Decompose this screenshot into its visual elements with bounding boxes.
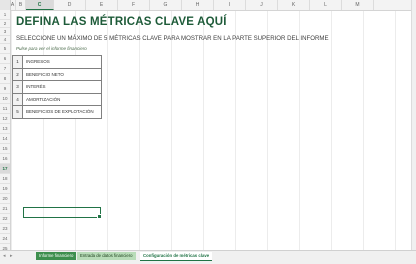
row-header-1[interactable]: 1 [0, 10, 10, 20]
row-header-24[interactable]: 24 [0, 234, 10, 244]
metric-row: 3 INTERÉS [12, 80, 102, 94]
metric-select-cell[interactable]: BENEFICIOS DE EXPLOTACIÓN [22, 105, 102, 119]
row-header-15[interactable]: 15 [0, 144, 10, 154]
row-header-18[interactable]: 18 [0, 174, 10, 184]
sheet-subtitle: SELECCIONE UN MÁXIMO DE 5 MÉTRICAS CLAVE… [16, 35, 329, 42]
metric-select-cell[interactable]: AMORTIZACIÓN [22, 92, 102, 106]
row-header-6[interactable]: 6 [0, 54, 10, 64]
column-header-g[interactable]: G [150, 0, 182, 10]
column-header-d[interactable]: D [54, 0, 86, 10]
row-header-bar: 1 2 3 4 5 6 7 8 9 10 11 12 13 14 15 16 17 18 19 20 21 22 23 24 2… [0, 10, 11, 264]
row-header-17[interactable]: 17 [0, 164, 10, 174]
row-header-7[interactable]: 7 [0, 64, 10, 74]
row-header-9[interactable]: 9 [0, 84, 10, 94]
sheet-title: DEFINA LAS MÉTRICAS CLAVE AQUÍ [16, 16, 227, 28]
selected-cell[interactable] [23, 207, 102, 219]
row-header-5[interactable]: 5 [0, 44, 10, 54]
row-header-19[interactable]: 19 [0, 184, 10, 194]
vertical-scrollbar[interactable] [411, 0, 416, 250]
column-header-l[interactable]: L [310, 0, 342, 10]
column-header-i[interactable]: I [214, 0, 246, 10]
metrics-table: 1 INGRESOS 2 BENEFICIO NETO 3 INTERÉS 4 AMORTIZ… [12, 55, 102, 119]
row-header-2[interactable]: 2 [0, 20, 10, 28]
metric-number: 4 [12, 92, 23, 106]
row-header-8[interactable]: 8 [0, 74, 10, 84]
column-header-k[interactable]: K [278, 0, 310, 10]
tab-informe-financiero[interactable]: Informe financiero [36, 252, 77, 260]
tab-prev-icon[interactable]: ◂ [3, 253, 6, 259]
column-header-j[interactable]: J [246, 0, 278, 10]
row-header-23[interactable]: 23 [0, 224, 10, 234]
metric-select-cell[interactable]: BENEFICIO NETO [22, 67, 102, 81]
row-header-20[interactable]: 20 [0, 194, 10, 204]
row-header-3[interactable]: 3 [0, 28, 10, 36]
metric-number: 5 [12, 105, 23, 119]
metric-row: 5 BENEFICIOS DE EXPLOTACIÓN [12, 105, 102, 119]
metric-row: 1 INGRESOS [12, 55, 102, 69]
column-header-e[interactable]: E [86, 0, 118, 10]
row-header-12[interactable]: 12 [0, 114, 10, 124]
column-header-bar: ABCDEFGHIJKLM [0, 0, 412, 11]
metric-row: 2 BENEFICIO NETO [12, 67, 102, 81]
row-header-13[interactable]: 13 [0, 124, 10, 134]
row-header-22[interactable]: 22 [0, 214, 10, 224]
row-header-10[interactable]: 10 [0, 94, 10, 104]
report-link[interactable]: Pulse para ver el informe financiero [16, 46, 87, 51]
tab-configuracion-metricas[interactable]: Configuración de métricas clave [140, 252, 213, 261]
tab-entrada-datos[interactable]: Entrada de datos financiero [77, 252, 136, 260]
row-header-16[interactable]: 16 [0, 154, 10, 164]
fill-handle[interactable] [97, 214, 102, 219]
metric-number: 1 [12, 55, 23, 69]
metric-row: 4 AMORTIZACIÓN [12, 92, 102, 106]
column-header-h[interactable]: H [182, 0, 214, 10]
column-header-m[interactable]: M [342, 0, 374, 10]
row-header-14[interactable]: 14 [0, 134, 10, 144]
column-header-b[interactable]: B [16, 0, 26, 10]
metric-select-cell[interactable]: INGRESOS [22, 55, 102, 69]
row-header-21[interactable]: 21 [0, 204, 10, 214]
tab-next-icon[interactable]: ▸ [10, 253, 13, 259]
row-header-4[interactable]: 4 [0, 36, 10, 44]
metric-select-cell[interactable]: INTERÉS [22, 80, 102, 94]
metric-number: 2 [12, 67, 23, 81]
sheet-tab-bar: ◂ ▸ Informe financiero Entrada de datos … [0, 250, 416, 264]
column-header-f[interactable]: F [118, 0, 150, 10]
row-header-11[interactable]: 11 [0, 104, 10, 114]
metric-number: 3 [12, 80, 23, 94]
column-header-c[interactable]: C [26, 0, 54, 10]
